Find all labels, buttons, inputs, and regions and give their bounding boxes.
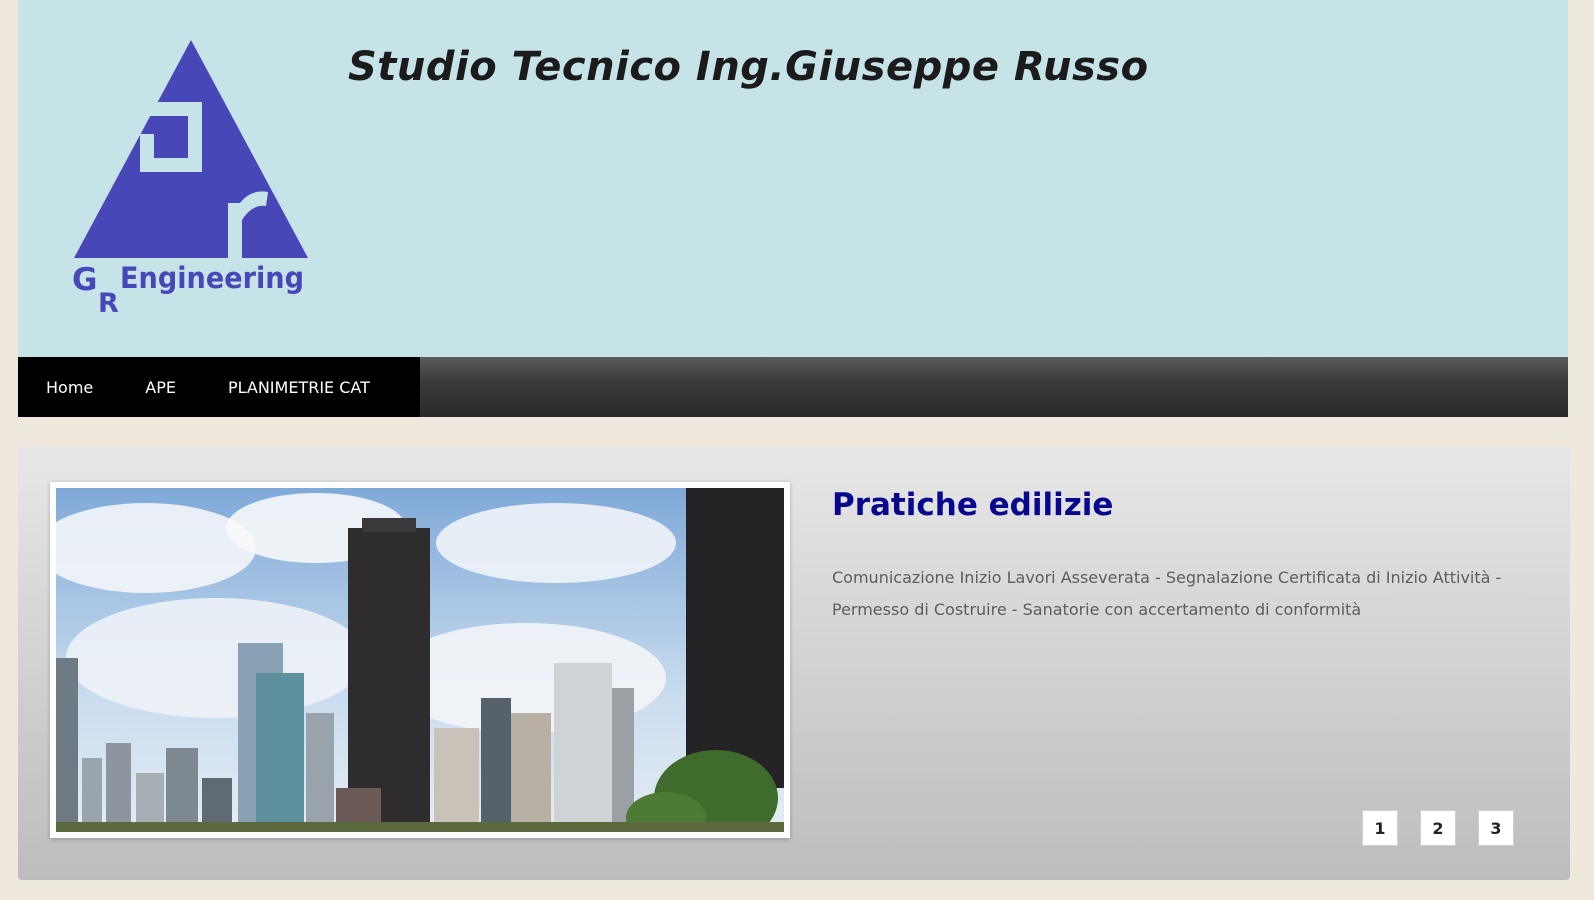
logo-text-engineering: Engineering	[120, 261, 304, 295]
pager-button-1[interactable]: 1	[1362, 810, 1398, 846]
slide-image-frame	[50, 482, 790, 838]
nav-item-ape[interactable]: APE	[93, 378, 176, 397]
pager-button-2[interactable]: 2	[1420, 810, 1456, 846]
slider-pager: 1 2 3	[1362, 810, 1514, 846]
pager-button-3[interactable]: 3	[1478, 810, 1514, 846]
logo-text-g: G	[72, 262, 97, 298]
slide-title: Pratiche edilizie	[832, 487, 1114, 523]
content-slider: Pratiche edilizie Comunicazione Inizio L…	[18, 446, 1570, 880]
nav-item-home[interactable]: Home	[18, 378, 93, 397]
slide-description: Comunicazione Inizio Lavori Asseverata -…	[832, 568, 1502, 619]
nav-menu: Home APE PLANIMETRIE CAT	[18, 357, 420, 417]
main-navigation: Home APE PLANIMETRIE CAT	[18, 357, 1568, 417]
gr-engineering-logo[interactable]: G R Engineering	[70, 38, 318, 328]
nav-item-planimetrie-cat[interactable]: PLANIMETRIE CAT	[176, 378, 370, 397]
site-title: Studio Tecnico Ing.Giuseppe Russo	[348, 44, 1149, 90]
skyline-illustration	[56, 488, 784, 832]
logo-text-r: R	[98, 288, 119, 319]
city-skyline-image[interactable]	[56, 488, 784, 832]
site-header: G R Engineering Studio Tecnico Ing.Giuse…	[18, 0, 1568, 357]
logo-graphic: G R Engineering	[72, 40, 308, 319]
